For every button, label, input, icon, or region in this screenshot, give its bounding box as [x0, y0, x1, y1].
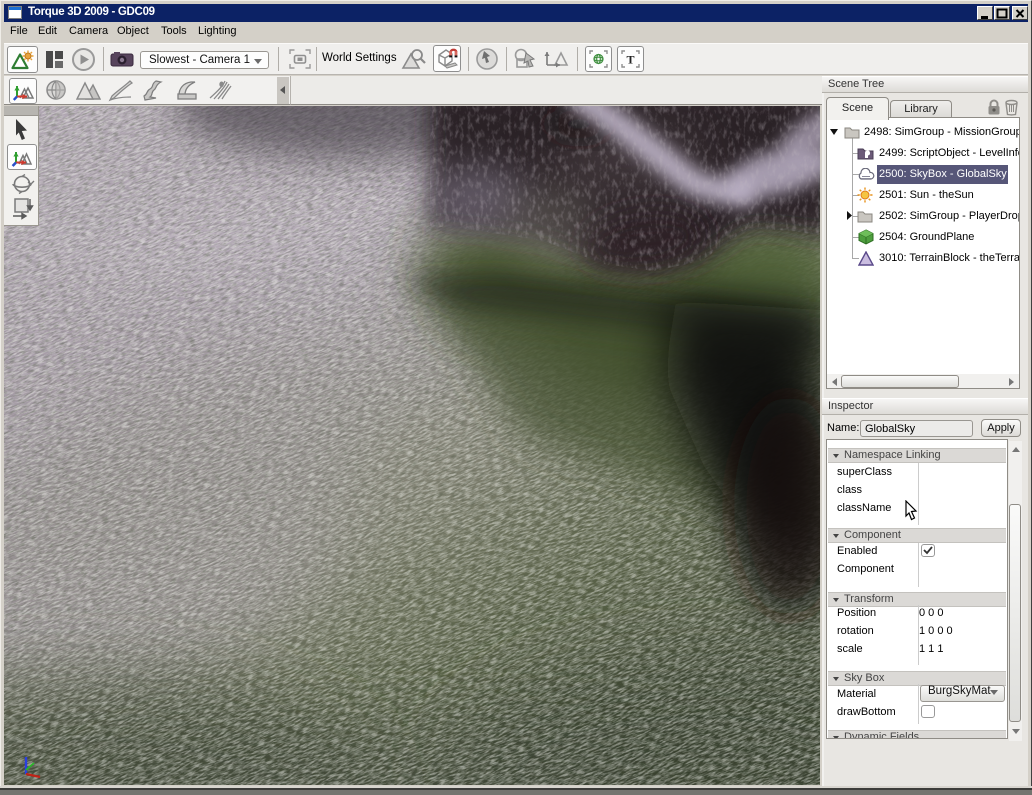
svg-text:T: T [626, 53, 634, 67]
